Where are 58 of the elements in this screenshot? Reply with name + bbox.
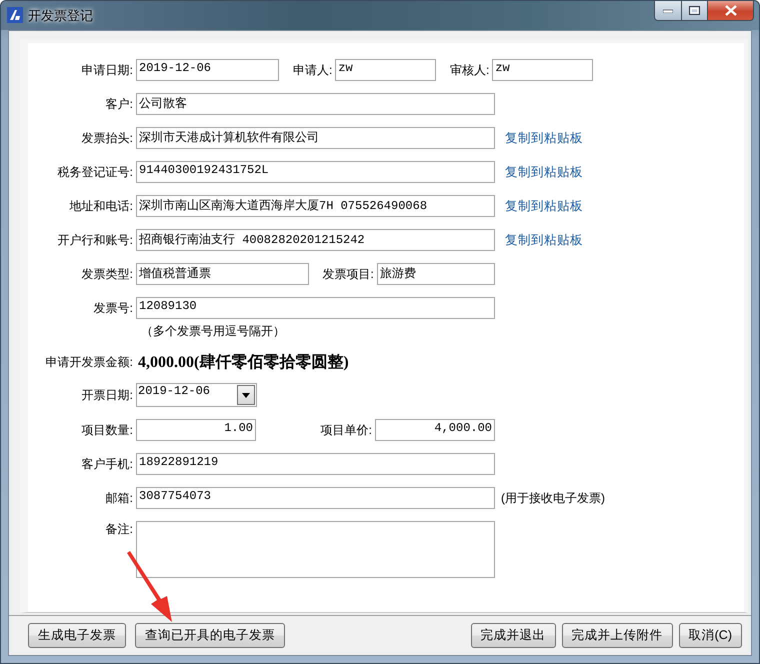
memo-field[interactable] bbox=[136, 521, 495, 578]
field-label: 发票项目: bbox=[322, 266, 375, 282]
text-field[interactable]: 深圳市天港成计算机软件有限公司 bbox=[136, 127, 495, 149]
copy-link[interactable]: 复制到粘贴板 bbox=[505, 130, 583, 146]
field-label: 申请开发票金额: bbox=[44, 354, 134, 370]
dropdown-button[interactable] bbox=[237, 385, 255, 405]
number-field[interactable]: 1.00 bbox=[136, 419, 256, 441]
field-label: 开票日期: bbox=[80, 386, 134, 404]
date-field[interactable]: 2019-12-06 bbox=[136, 383, 257, 407]
minimize-button[interactable] bbox=[654, 1, 682, 21]
maximize-button[interactable] bbox=[682, 1, 708, 21]
field-label: 客户: bbox=[104, 96, 134, 112]
action-button[interactable]: 取消(C) bbox=[678, 623, 742, 648]
field-label: 税务登记证号: bbox=[56, 164, 134, 180]
minimize-icon bbox=[663, 8, 673, 12]
field-label: 客户手机: bbox=[80, 456, 134, 472]
text-field[interactable]: 旅游费 bbox=[376, 263, 495, 285]
text-field[interactable]: zw bbox=[492, 59, 593, 81]
text-field[interactable]: 深圳市南山区南海大道西海岸大厦7H 075526490068 bbox=[136, 195, 495, 217]
text-field[interactable]: 18922891219 bbox=[136, 453, 495, 475]
field-label: 开户行和账号: bbox=[56, 232, 134, 248]
text-field[interactable]: 2019-12-06 bbox=[136, 59, 279, 81]
text-field[interactable]: 招商银行南油支行 40082820201215242 bbox=[136, 229, 495, 251]
app-icon bbox=[7, 7, 23, 23]
hint-text: （多个发票号用逗号隔开） bbox=[141, 323, 285, 340]
number-field[interactable]: 4,000.00 bbox=[375, 419, 495, 441]
close-button[interactable] bbox=[708, 1, 754, 21]
text-field[interactable]: 3087754073 bbox=[136, 487, 495, 509]
field-label: 申请人: bbox=[293, 62, 334, 78]
window-title: 开发票登记 bbox=[28, 7, 93, 25]
hint-text: (用于接收电子发票) bbox=[501, 490, 605, 506]
field-label: 申请日期: bbox=[80, 62, 134, 78]
maximize-icon bbox=[689, 6, 700, 15]
copy-link[interactable]: 复制到粘贴板 bbox=[505, 232, 583, 248]
action-button[interactable]: 完成并退出 bbox=[470, 623, 556, 648]
field-label: 审核人: bbox=[450, 62, 490, 78]
field-label: 备注: bbox=[104, 521, 134, 538]
caret-icon bbox=[242, 392, 250, 398]
text-field[interactable]: 增值税普通票 bbox=[136, 263, 308, 285]
copy-link[interactable]: 复制到粘贴板 bbox=[505, 198, 583, 214]
field-label: 发票号: bbox=[92, 300, 134, 316]
field-label: 地址和电话: bbox=[68, 198, 134, 214]
action-button[interactable]: 完成并上传附件 bbox=[562, 623, 673, 648]
field-label: 项目单价: bbox=[320, 422, 373, 438]
field-label: 发票类型: bbox=[80, 266, 134, 282]
text-field[interactable]: 公司散客 bbox=[136, 93, 495, 115]
amount-text: 4,000.00(肆仟零佰零拾零圆整) bbox=[138, 352, 349, 372]
text-field[interactable]: zw bbox=[335, 59, 436, 81]
text-field[interactable]: 12089130 bbox=[136, 297, 495, 319]
text-field[interactable]: 91440300192431752L bbox=[136, 161, 495, 183]
field-label: 邮箱: bbox=[104, 490, 134, 506]
action-button[interactable]: 生成电子发票 bbox=[28, 623, 126, 648]
arrow-annotation bbox=[127, 551, 172, 622]
field-label: 项目数量: bbox=[80, 422, 134, 438]
field-label: 发票抬头: bbox=[80, 130, 134, 146]
copy-link[interactable]: 复制到粘贴板 bbox=[505, 164, 583, 180]
action-button[interactable]: 查询已开具的电子发票 bbox=[135, 623, 285, 648]
close-icon bbox=[724, 5, 736, 16]
